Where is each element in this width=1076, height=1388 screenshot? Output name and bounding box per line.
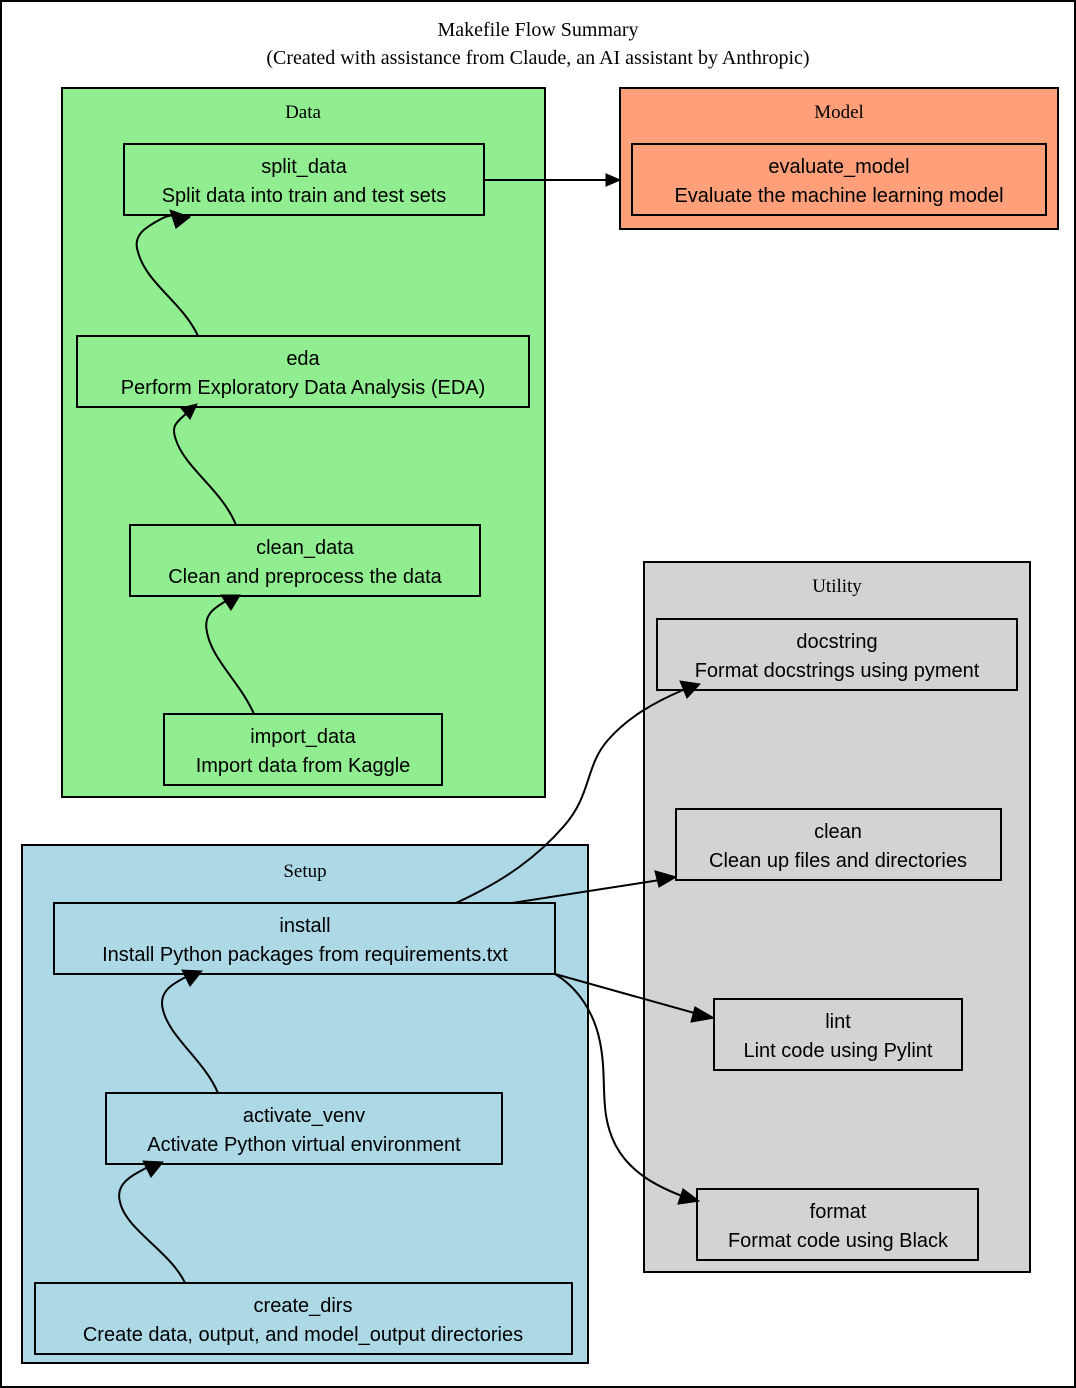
node-lint[interactable]: lint Lint code using Pylint (713, 998, 963, 1071)
node-import-data-desc: Import data from Kaggle (196, 755, 411, 777)
node-create-dirs-desc: Create data, output, and model_output di… (83, 1324, 523, 1346)
cluster-utility-label: Utility (812, 576, 862, 597)
node-split-data[interactable]: split_data Split data into train and tes… (123, 143, 485, 216)
node-install-desc: Install Python packages from requirement… (102, 944, 508, 966)
makefile-flow-diagram: Makefile Flow Summary (Created with assi… (0, 0, 1076, 1388)
node-format-desc: Format code using Black (728, 1230, 949, 1252)
diagram-subtitle-line2: (Created with assistance from Claude, an… (266, 47, 809, 69)
node-create-dirs-name: create_dirs (254, 1295, 353, 1317)
cluster-model-label: Model (814, 102, 864, 123)
node-split-data-name: split_data (261, 156, 347, 178)
node-eda-name: eda (286, 348, 320, 370)
node-docstring-desc: Format docstrings using pyment (695, 660, 980, 682)
node-clean-name: clean (814, 821, 862, 843)
node-docstring[interactable]: docstring Format docstrings using pyment (656, 618, 1018, 691)
node-evaluate-model-desc: Evaluate the machine learning model (674, 185, 1003, 207)
node-clean-data-name: clean_data (256, 537, 355, 559)
node-clean-data-desc: Clean and preprocess the data (168, 566, 442, 588)
node-clean[interactable]: clean Clean up files and directories (675, 808, 1002, 881)
node-split-data-desc: Split data into train and test sets (162, 185, 447, 207)
node-activate-venv-desc: Activate Python virtual environment (147, 1134, 461, 1156)
node-evaluate-model[interactable]: evaluate_model Evaluate the machine lear… (631, 143, 1047, 216)
cluster-setup-label: Setup (283, 861, 326, 882)
node-activate-venv-name: activate_venv (243, 1105, 365, 1127)
node-lint-name: lint (825, 1011, 851, 1033)
cluster-data-label: Data (285, 102, 321, 123)
node-import-data-name: import_data (250, 726, 356, 748)
arrowhead-split-data-to-evaluate-model (605, 173, 622, 187)
node-clean-data[interactable]: clean_data Clean and preprocess the data (129, 524, 481, 597)
diagram-page: Makefile Flow Summary (Created with assi… (0, 0, 1076, 1388)
node-docstring-name: docstring (796, 631, 877, 653)
node-create-dirs[interactable]: create_dirs Create data, output, and mod… (34, 1282, 573, 1355)
node-lint-desc: Lint code using Pylint (743, 1040, 932, 1062)
node-import-data[interactable]: import_data Import data from Kaggle (163, 713, 443, 786)
node-clean-desc: Clean up files and directories (709, 850, 967, 872)
node-activate-venv[interactable]: activate_venv Activate Python virtual en… (105, 1092, 503, 1165)
node-format-name: format (810, 1201, 867, 1223)
node-eda[interactable]: eda Perform Exploratory Data Analysis (E… (76, 335, 530, 408)
diagram-title-line1: Makefile Flow Summary (437, 19, 638, 41)
node-install-name: install (279, 915, 330, 937)
node-format[interactable]: format Format code using Black (696, 1188, 979, 1261)
node-eda-desc: Perform Exploratory Data Analysis (EDA) (121, 377, 486, 399)
node-evaluate-model-name: evaluate_model (768, 156, 909, 178)
node-install[interactable]: install Install Python packages from req… (53, 902, 556, 975)
